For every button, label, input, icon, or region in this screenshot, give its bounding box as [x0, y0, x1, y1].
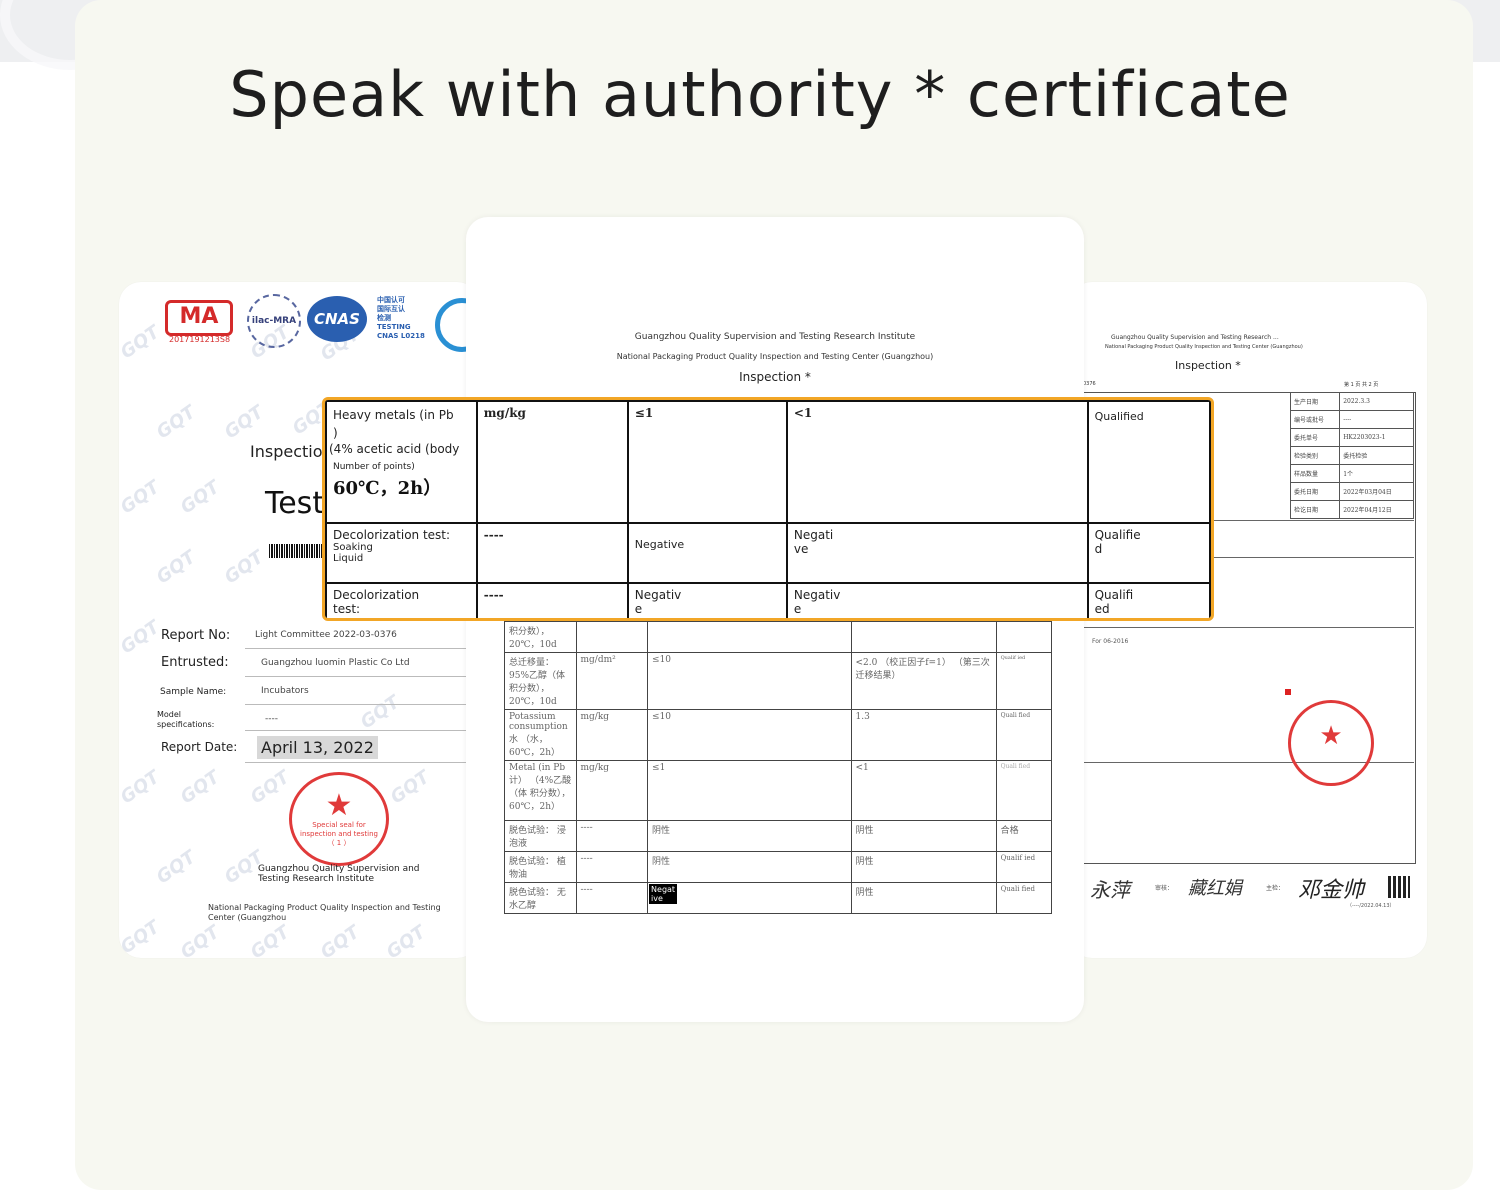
standard-cell: Negativ e — [626, 582, 788, 618]
main-inspector-label: 主检： — [1266, 885, 1285, 892]
page-headline: Speak with authority * certificate — [229, 58, 1291, 131]
watermark: GQT — [386, 766, 434, 809]
test-item-cell: Decolorization test: Soaking Liquid — [325, 522, 478, 584]
watermark: GQT — [246, 766, 294, 809]
unit-cell: ---- — [475, 522, 629, 584]
testing-center-name: National Packaging Product Quality Inspe… — [208, 903, 441, 922]
watermark: GQT — [152, 846, 200, 889]
underline — [245, 762, 479, 763]
report-date-label: Report Date: — [161, 740, 238, 754]
signature-approver: 藏红娟 — [1188, 878, 1242, 899]
result-cell: <1 — [785, 400, 1089, 524]
table-row: Decolorization test: ---- Negativ e Nega… — [325, 582, 1211, 618]
result-cell: Negativ e — [785, 582, 1089, 618]
watermark: GQT — [220, 546, 268, 589]
underline — [245, 648, 479, 649]
table-row: Decolorization test: Soaking Liquid ----… — [325, 522, 1211, 584]
standard-cell: Negative — [626, 522, 788, 584]
cnas-logo: CNAS — [307, 296, 367, 342]
model-spec-value: ---- — [265, 714, 278, 724]
verdict-cell: Qualifie d — [1086, 522, 1211, 584]
watermark: GQT — [316, 921, 364, 958]
table-row: Potassium consumption 水 （水， 60℃，2h） mg/kg… — [504, 709, 1053, 761]
unit-cell: mg/kg — [475, 400, 629, 524]
underline — [245, 704, 479, 705]
sample-name-label: Sample Name: — [160, 687, 227, 697]
report-no-label: Report No: — [161, 628, 231, 643]
table-row: Heavy metals (in Pb ) (4% acetic acid (b… — [325, 400, 1211, 524]
watermark: GQT — [356, 691, 404, 734]
watermark: GQT — [176, 476, 224, 519]
report-number: 0376 — [1083, 381, 1096, 387]
magnified-results-table: Heavy metals (in Pb ) (4% acetic acid (b… — [325, 400, 1211, 618]
barcode — [269, 544, 325, 558]
watermark: GQT — [119, 766, 164, 809]
table-row: 总迁移量： 95%乙醇（体 积分数）， 20℃，10d mg/dm² ≤10 <2.0… — [504, 652, 1053, 710]
testing-center-name: National Packaging Product Quality Inspe… — [616, 352, 934, 361]
table-row: Metal (in Pb 计） （4%乙酸（体 积分数）， 60℃，2h） mg/… — [504, 760, 1053, 821]
watermark: GQT — [176, 921, 224, 958]
inspection-label: Inspection — [250, 442, 333, 461]
report-date-value: April 13, 2022 — [257, 736, 378, 759]
signature-inspector: 永萍 — [1090, 878, 1130, 902]
signature-date: （----/2022.04.13） — [1347, 903, 1395, 909]
highlighted-results-callout: Heavy metals (in Pb ) (4% acetic acid (b… — [322, 397, 1214, 621]
table-row: 脱色试验： 植物油 ---- 阴性 阴性 Qualif ied — [504, 851, 1053, 883]
verdict-cell: Qualified — [1086, 400, 1211, 524]
watermark: GQT — [119, 476, 164, 519]
test-item-cell: Decolorization test: — [325, 582, 478, 618]
institute-name: Guangzhou Quality Supervision and Testin… — [634, 332, 916, 342]
table-row: 脱色试验： 浸泡液 ---- 阴性 阴性 合格 — [504, 820, 1053, 852]
table-row: 脱色试验： 无水乙醇 ---- Negat ive 阴性 Quali fied — [504, 882, 1053, 914]
ilac-mra-logo: ilac-MRA — [247, 294, 301, 348]
institute-name: Guangzhou Quality Supervision and Testin… — [258, 864, 420, 884]
signature-main-inspector: 邓金帅 — [1298, 878, 1365, 903]
entrusted-value: Guangzhou luomin Plastic Co Ltd — [261, 658, 410, 668]
inspection-seal-stamp: ★ Special seal for inspection and testin… — [289, 772, 389, 866]
cma-number: 2017191213S8 — [169, 335, 231, 344]
cma-logo: MA — [165, 300, 233, 336]
document-title: Inspection * — [739, 370, 811, 384]
institute-name: Guangzhou Quality Supervision and Testin… — [1111, 334, 1279, 341]
standard-cell: ≤1 — [626, 400, 788, 524]
model-spec-label: Model specifications: — [157, 710, 215, 729]
table-row: 积分数）， 20℃，10d — [504, 621, 1053, 653]
watermark: GQT — [176, 766, 224, 809]
underline — [245, 730, 479, 731]
test-results-table: 积分数）， 20℃，10d 总迁移量： 95%乙醇（体 积分数）， 20℃，10… — [504, 621, 1053, 914]
test-item-cell: Heavy metals (in Pb ) (4% acetic acid (b… — [325, 400, 478, 524]
watermark: GQT — [152, 401, 200, 444]
seal-marker-icon — [1285, 689, 1291, 695]
underline — [245, 676, 479, 677]
standard-note: For 06-2016 — [1092, 638, 1129, 645]
watermark: GQT — [246, 921, 294, 958]
entrusted-label: Entrusted: — [161, 655, 229, 670]
watermark: GQT — [382, 921, 430, 958]
verdict-cell: Qualifi ed — [1086, 582, 1211, 618]
watermark: GQT — [119, 321, 164, 364]
test-label: Test — [265, 486, 325, 521]
seal-star-icon: ★ — [1319, 721, 1343, 751]
watermark: GQT — [119, 616, 164, 659]
sample-info-table: 生产日期 2022.3.3 编号或批号 ---- 委托单号 HK2203023-1 检… — [1289, 392, 1414, 519]
sample-name-value: Incubators — [261, 686, 309, 696]
cnas-accreditation-text: 中国认可 国际互认 检测 TESTING CNAS L0218 — [377, 296, 425, 340]
approver-label: 审核： — [1155, 885, 1174, 892]
watermark: GQT — [152, 546, 200, 589]
watermark: GQT — [119, 916, 164, 958]
table-rule — [1080, 627, 1414, 628]
qr-code-icon — [1388, 876, 1410, 898]
result-cell: Negati ve — [785, 522, 1089, 584]
inspection-seal-stamp: ★ — [1288, 700, 1374, 786]
unit-cell: ---- — [475, 582, 629, 618]
report-no-value: Light Committee 2022-03-0376 — [255, 630, 397, 640]
page-info: 第 1 页 共 2 页 — [1344, 382, 1379, 388]
watermark: GQT — [220, 401, 268, 444]
testing-center-name: National Packaging Product Quality Inspe… — [1105, 344, 1303, 350]
seal-star-icon: ★ — [325, 788, 353, 823]
document-title: Inspection * — [1175, 359, 1241, 372]
